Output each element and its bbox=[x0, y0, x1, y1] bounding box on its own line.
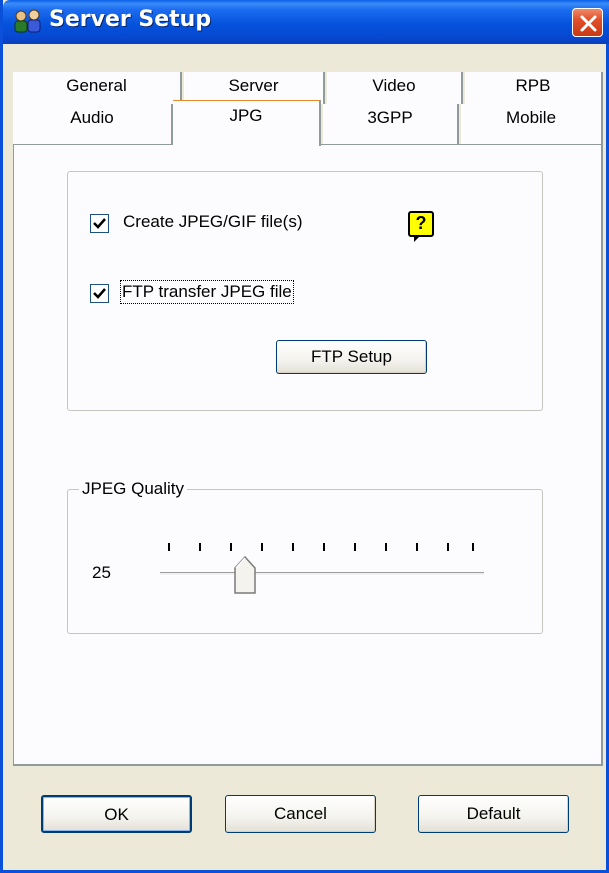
slider-tick bbox=[199, 543, 201, 551]
tab-label: 3GPP bbox=[367, 108, 413, 127]
tab-rpb[interactable]: RPB bbox=[465, 72, 603, 104]
tab-label: JPG bbox=[229, 106, 263, 125]
slider-tick bbox=[230, 543, 232, 551]
tab-label: Mobile bbox=[505, 108, 557, 127]
tab-general[interactable]: General bbox=[13, 72, 182, 104]
ok-button[interactable]: OK bbox=[41, 795, 192, 833]
tab-video[interactable]: Video bbox=[327, 72, 463, 104]
tab-jpg[interactable]: JPG bbox=[173, 100, 321, 146]
slider-tick bbox=[447, 543, 449, 551]
jpeg-quality-group bbox=[67, 489, 543, 634]
create-file-checkbox[interactable] bbox=[90, 214, 109, 233]
jpeg-quality-legend: JPEG Quality bbox=[79, 479, 188, 499]
cancel-button[interactable]: Cancel bbox=[225, 795, 376, 833]
slider-tick bbox=[354, 543, 356, 551]
title-bar[interactable]: Server Setup bbox=[3, 0, 609, 44]
tab-label: Server bbox=[228, 76, 279, 95]
close-icon bbox=[580, 15, 597, 32]
ftp-setup-button[interactable]: FTP Setup bbox=[276, 340, 427, 374]
slider-tick bbox=[385, 543, 387, 551]
tab-label: RPB bbox=[515, 76, 551, 95]
app-users-icon bbox=[14, 9, 41, 33]
tab-label: Audio bbox=[70, 108, 114, 127]
ftp-transfer-checkbox[interactable] bbox=[90, 284, 109, 303]
window-title: Server Setup bbox=[49, 7, 212, 32]
tab-3gpp[interactable]: 3GPP bbox=[323, 104, 459, 144]
slider-tick bbox=[416, 543, 418, 551]
ftp-transfer-label[interactable]: FTP transfer JPEG file bbox=[120, 280, 294, 304]
tab-label: Video bbox=[372, 76, 416, 95]
checkmark-icon bbox=[93, 218, 106, 229]
help-icon[interactable]: ? bbox=[408, 211, 434, 242]
default-button[interactable]: Default bbox=[418, 795, 569, 833]
jpeg-quality-slider[interactable] bbox=[160, 572, 484, 576]
create-file-label[interactable]: Create JPEG/GIF file(s) bbox=[123, 212, 302, 232]
slider-tick bbox=[292, 543, 294, 551]
tab-mobile[interactable]: Mobile bbox=[461, 104, 603, 144]
server-setup-window: Server Setup General Server Video RPB Au… bbox=[0, 0, 609, 873]
tab-label: General bbox=[66, 76, 127, 95]
close-button[interactable] bbox=[572, 8, 603, 37]
tab-audio[interactable]: Audio bbox=[13, 104, 173, 144]
slider-thumb[interactable] bbox=[234, 556, 256, 594]
jpeg-quality-value: 25 bbox=[92, 563, 111, 582]
slider-tick bbox=[323, 543, 325, 551]
slider-tick bbox=[261, 543, 263, 551]
checkmark-icon bbox=[93, 288, 106, 299]
slider-tick bbox=[472, 543, 474, 551]
slider-tick bbox=[168, 543, 170, 551]
